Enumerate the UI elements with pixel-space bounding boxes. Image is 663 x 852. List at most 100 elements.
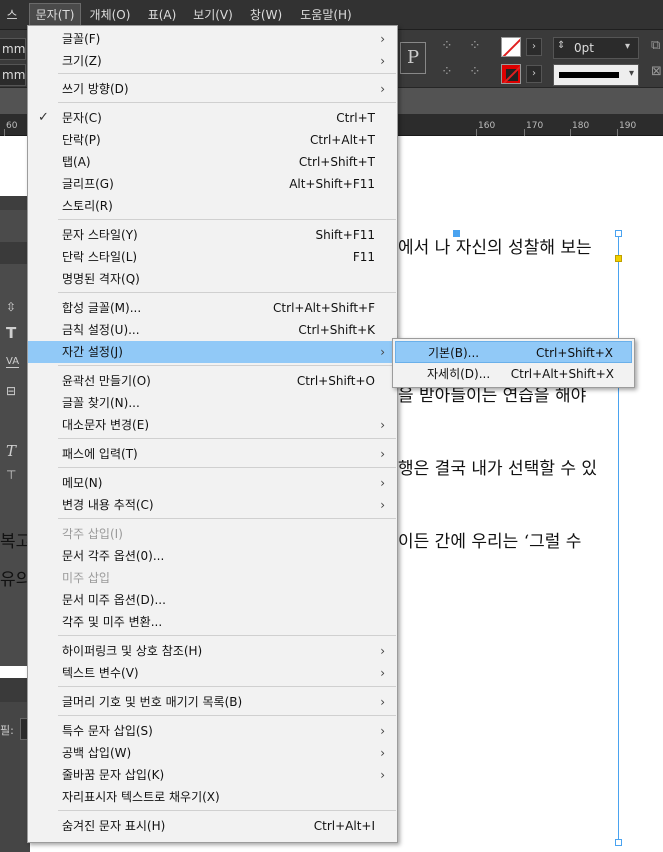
menu-item-change-case[interactable]: 대소문자 변경(E) › — [28, 414, 397, 436]
menu-item-shortcut: Ctrl+Shift+T — [298, 155, 375, 169]
menu-item-insert-footnote[interactable]: 각주 삽입(I) — [28, 523, 397, 545]
menu-item-label: 글꼴 찾기(N)... — [62, 396, 140, 410]
paragraph-icon[interactable]: P — [400, 42, 426, 74]
menu-item-label: 문자 스타일(Y) — [62, 228, 138, 242]
menu-item-label: 문자(C) — [62, 111, 102, 125]
doc-line: 에서 나 자신의 성찰해 보는 — [398, 238, 592, 258]
italic-type-icon[interactable]: T — [6, 442, 16, 460]
frame-fitting-icon[interactable]: ⧉ — [651, 38, 660, 53]
menu-item-kerning-settings[interactable]: 자간 설정(J) › — [28, 341, 397, 363]
menu-object[interactable]: 개체(O) — [86, 3, 134, 27]
menu-item-label: 탭(A) — [62, 155, 91, 169]
fill-none-swatch[interactable] — [501, 37, 521, 57]
submenu-arrow-icon: › — [380, 447, 385, 461]
submenu-arrow-icon: › — [380, 498, 385, 512]
menu-item-font[interactable]: 글꼴(F) › — [28, 28, 397, 50]
menu-item-hyperlinks[interactable]: 하이퍼링크 및 상호 참조(H) › — [28, 640, 397, 662]
menu-view[interactable]: 보기(V) — [189, 3, 237, 27]
menu-item-paragraph-styles[interactable]: 단락 스타일(L) F11 — [28, 246, 397, 268]
menu-item-insert-white-space[interactable]: 공백 삽입(W) › — [28, 742, 397, 764]
kerning-icon[interactable]: VA — [6, 356, 20, 368]
menu-item-show-hidden-chars[interactable]: 숨겨진 문자 표시(H) Ctrl+Alt+I — [28, 815, 397, 837]
type-tool-icon[interactable]: T — [6, 324, 16, 342]
stroke-dropdown-icon[interactable]: › — [526, 65, 542, 83]
menu-item-label: 문서 각주 옵션(0)... — [62, 549, 165, 563]
menu-item-writing-direction[interactable]: 쓰기 방향(D) › — [28, 78, 397, 100]
menu-separator — [58, 438, 396, 439]
menu-item-footnote-options[interactable]: 문서 각주 옵션(0)... — [28, 545, 397, 567]
checkmark-icon: ✓ — [38, 110, 49, 125]
stroke-swatch[interactable] — [501, 64, 521, 84]
submenu-item-basic[interactable]: 기본(B)... Ctrl+Shift+X — [395, 341, 632, 363]
menu-item-glyphs[interactable]: 글리프(G) Alt+Shift+F11 — [28, 173, 397, 195]
menu-item-label: 글머리 기호 및 번호 매기기 목록(B) — [62, 695, 243, 709]
menu-item-endnote-options[interactable]: 문서 미주 옵션(D)... — [28, 589, 397, 611]
stepper-icon[interactable]: ⇕ — [557, 40, 565, 51]
chevron-down-icon[interactable]: ▾ — [625, 41, 630, 52]
menu-item-fill-placeholder[interactable]: 자리표시자 텍스트로 채우기(X) — [28, 786, 397, 808]
menu-item-insert-endnote[interactable]: 미주 삽입 — [28, 567, 397, 589]
menu-table[interactable]: 표(A) — [145, 3, 179, 27]
menu-item-label: 합성 글꼴(M)... — [62, 301, 142, 315]
align-top-icon[interactable]: ⁘ — [441, 38, 453, 54]
menu-item-character-styles[interactable]: 문자 스타일(Y) Shift+F11 — [28, 224, 397, 246]
frame-inport-handle[interactable] — [615, 255, 622, 262]
menu-help[interactable]: 도움말(H) — [295, 3, 357, 27]
menu-separator — [58, 635, 396, 636]
menu-item-size[interactable]: 크기(Z) › — [28, 50, 397, 72]
menu-item-convert-notes[interactable]: 각주 및 미주 변환... — [28, 611, 397, 633]
menu-item-find-font[interactable]: 글꼴 찾기(N)... — [28, 392, 397, 414]
submenu-arrow-icon: › — [380, 746, 385, 760]
menu-separator — [58, 102, 396, 103]
align-center-icon[interactable]: ⁘ — [469, 38, 481, 54]
text-menu-dropdown: 글꼴(F) › 크기(Z) › 쓰기 방향(D) › ✓ 문자(C) Ctrl+T 단락(P) Ct… — [27, 25, 398, 843]
stroke-style-select[interactable]: ▾ — [553, 64, 639, 86]
menu-item-story[interactable]: 스토리(R) — [28, 195, 397, 217]
menu-separator — [58, 467, 396, 468]
menu-item-insert-special-char[interactable]: 특수 문자 삽입(S) › — [28, 720, 397, 742]
menu-item-label: 공백 삽입(W) — [62, 746, 132, 760]
menu-item-kinsoku[interactable]: 금칙 설정(U)... Ctrl+Shift+K — [28, 319, 397, 341]
menu-item-character[interactable]: ✓ 문자(C) Ctrl+T — [28, 107, 397, 129]
panel-label: 필: — [0, 724, 14, 737]
fill-dropdown-icon[interactable]: › — [526, 38, 542, 56]
doc-line: 행은 결국 내가 선택할 수 있 — [398, 459, 598, 479]
menu-item-insert-break-char[interactable]: 줄바꿈 문자 삽입(K) › — [28, 764, 397, 786]
menu-item-shortcut: Ctrl+Alt+Shift+F — [273, 301, 375, 315]
frame-handle[interactable] — [615, 839, 622, 846]
menu-separator — [58, 365, 396, 366]
table-icon[interactable]: ⊟ — [6, 384, 16, 398]
menu-item-label: 각주 삽입(I) — [62, 527, 123, 541]
menu-item-text-variables[interactable]: 텍스트 변수(V) › — [28, 662, 397, 684]
menu-item-composite-fonts[interactable]: 합성 글꼴(M)... Ctrl+Alt+Shift+F — [28, 297, 397, 319]
menu-type-partial[interactable]: 스(L) — [0, 3, 24, 46]
menu-item-notes[interactable]: 메모(N) › — [28, 472, 397, 494]
menu-item-label: 미주 삽입 — [62, 571, 110, 585]
ruler-tick — [476, 129, 477, 136]
bottom-panel: 필: — [0, 678, 30, 852]
menu-item-label: 하이퍼링크 및 상호 참조(H) — [62, 644, 203, 658]
menu-item-named-grids[interactable]: 명명된 격자(Q) — [28, 268, 397, 290]
ruler-tick — [524, 129, 525, 136]
menu-item-label: 메모(N) — [62, 476, 103, 490]
menu-window[interactable]: 창(W) — [247, 3, 285, 27]
menu-item-type-on-path[interactable]: 패스에 입력(T) › — [28, 443, 397, 465]
menu-item-track-changes[interactable]: 변경 내용 추적(C) › — [28, 494, 397, 516]
grid-icon[interactable]: ⊠ — [651, 64, 662, 79]
align-middle-icon[interactable]: ⁘ — [441, 64, 453, 80]
menu-item-bullets-numbering[interactable]: 글머리 기호 및 번호 매기기 목록(B) › — [28, 691, 397, 713]
frame-handle[interactable] — [453, 230, 460, 237]
menu-item-paragraph[interactable]: 단락(P) Ctrl+Alt+T — [28, 129, 397, 151]
type-on-frame-icon[interactable]: ⊤ — [6, 468, 16, 482]
height-field[interactable]: mm — [0, 64, 26, 86]
menu-separator — [58, 219, 396, 220]
frame-handle[interactable] — [615, 230, 622, 237]
menu-item-create-outlines[interactable]: 윤곽선 만들기(O) Ctrl+Shift+O — [28, 370, 397, 392]
menu-text[interactable]: 문자(T) — [29, 3, 81, 27]
vertical-scale-icon[interactable]: ⇳ — [6, 300, 16, 314]
align-bottom-icon[interactable]: ⁘ — [469, 64, 481, 80]
menu-item-tabs[interactable]: 탭(A) Ctrl+Shift+T — [28, 151, 397, 173]
width-field[interactable]: mm — [0, 38, 26, 60]
ruler-label: 60 — [6, 121, 18, 131]
submenu-item-detailed[interactable]: 자세히(D)... Ctrl+Alt+Shift+X — [395, 363, 632, 385]
